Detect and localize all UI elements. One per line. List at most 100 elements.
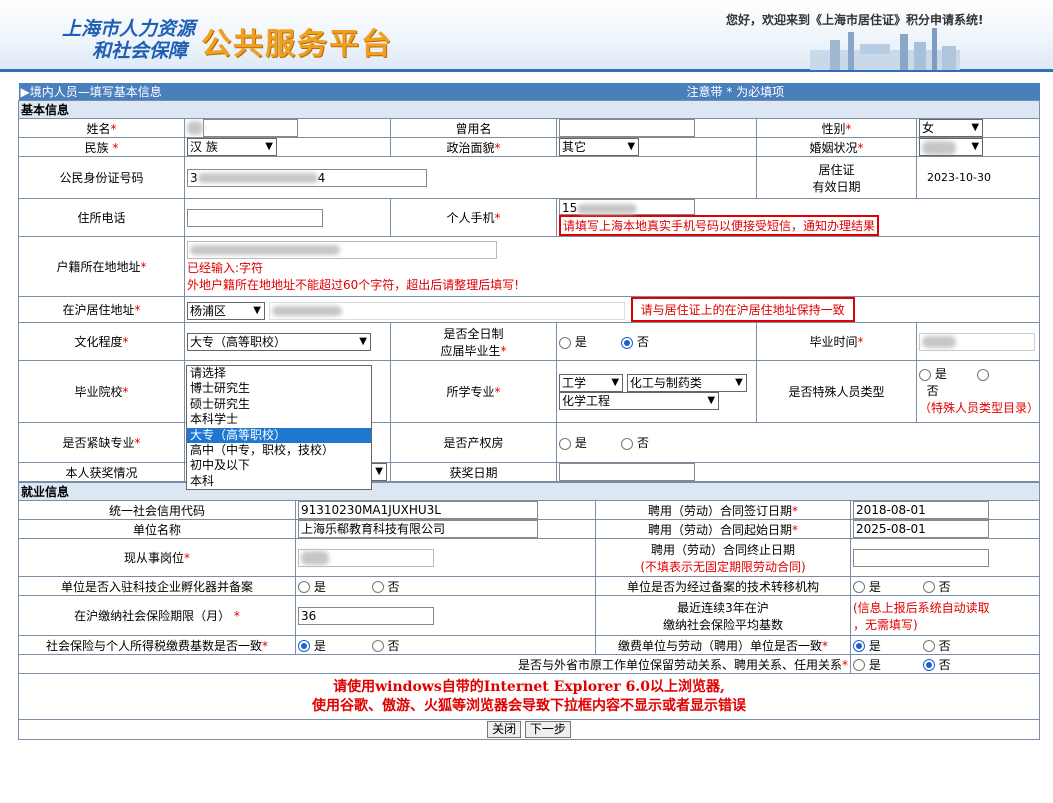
contract-sign-input[interactable]: 2018-08-01 xyxy=(853,501,989,519)
browser-notice: 请使用windows自带的Internet Explorer 6.0以上浏览器,… xyxy=(17,673,1041,720)
unit-match-no-radio[interactable] xyxy=(922,640,935,652)
household-address-label: 户籍所在地地址* xyxy=(18,236,185,297)
incubator-yes-radio[interactable] xyxy=(298,581,310,593)
id-label: 公民身份证号码 xyxy=(18,156,185,199)
id-input[interactable]: 34 xyxy=(187,168,427,187)
chevron-down-icon: ▼ xyxy=(359,335,367,347)
city-skyline-image xyxy=(810,28,960,70)
name-cell xyxy=(184,118,391,138)
special-yes-radio[interactable] xyxy=(919,368,932,381)
other-province-no-radio[interactable] xyxy=(922,659,935,671)
grad-time-cell xyxy=(916,322,1041,361)
major-label: 所学专业* xyxy=(389,360,558,423)
credit-code-cell: 91310230MA1JUXHU3L xyxy=(295,500,596,520)
id-cell: 34 xyxy=(183,156,758,199)
next-button[interactable]: 下一步 xyxy=(524,721,571,738)
other-province-yes-radio[interactable] xyxy=(853,659,865,671)
major-subcategory-select[interactable]: 化工与制药类 ▼ xyxy=(626,373,747,392)
ethnicity-select[interactable]: 汉 族 ▼ xyxy=(187,138,277,156)
redacted-position xyxy=(301,551,329,565)
position-label: 现从事岗位* xyxy=(18,538,296,577)
award-date-input[interactable] xyxy=(559,463,696,481)
tax-match-yes-radio[interactable] xyxy=(298,640,310,652)
redacted-mobile xyxy=(577,203,638,214)
chevron-down-icon: ▼ xyxy=(265,141,273,152)
major-select[interactable]: 化学工程 ▼ xyxy=(559,391,720,410)
unit-match-cell: 是 否 xyxy=(849,635,1041,655)
special-category-link[interactable]: （特殊人员类型目录） xyxy=(919,401,1039,415)
chevron-down-icon: ▼ xyxy=(707,394,716,406)
redacted-grad-time xyxy=(922,336,957,348)
contract-start-cell: 2025-08-01 xyxy=(849,519,1041,539)
mobile-input[interactable]: 15 xyxy=(559,199,696,215)
school-label: 毕业院校* xyxy=(18,360,185,423)
close-button[interactable]: 关闭 xyxy=(487,721,522,738)
contract-start-input[interactable]: 2025-08-01 xyxy=(853,520,989,538)
contract-end-cell xyxy=(849,538,1041,577)
browser-notice-line1: 请使用windows自带的Internet Explorer 6.0以上浏览器, xyxy=(333,678,725,695)
sh-address-label: 在沪居住地址* xyxy=(18,296,185,323)
social-months-cell: 36 xyxy=(295,595,596,636)
education-option[interactable]: 硕士研究生 xyxy=(187,397,371,412)
chevron-down-icon: ▼ xyxy=(971,141,980,152)
household-address-cell: 已经输入:字符 外地户籍所在地地址不能超过60个字符，超出后请整理后填写! xyxy=(183,236,1041,297)
credit-code-input[interactable]: 91310230MA1JUXHU3L xyxy=(298,501,538,519)
education-option[interactable]: 本科 xyxy=(187,474,371,489)
fulltime-yes-radio[interactable] xyxy=(559,336,572,349)
incubator-label: 单位是否入驻科技企业孵化器并备案 xyxy=(18,576,296,596)
name-input[interactable] xyxy=(203,119,298,137)
breadcrumb: ▶境内人员—填写基本信息 xyxy=(18,83,557,101)
property-yes-radio[interactable] xyxy=(559,437,572,450)
household-address-input[interactable] xyxy=(187,240,497,259)
grad-time-input[interactable] xyxy=(919,332,1036,351)
former-name-input[interactable] xyxy=(559,119,696,137)
special-no-radio[interactable] xyxy=(977,368,990,381)
home-phone-input[interactable] xyxy=(187,208,323,227)
education-option-selected[interactable]: 大专（高等职校） xyxy=(187,427,371,443)
former-name-label: 曾用名 xyxy=(389,118,558,138)
unit-match-yes-radio[interactable] xyxy=(853,640,865,652)
other-province-cell: 是 否 xyxy=(849,654,1041,674)
position-input[interactable] xyxy=(298,548,434,567)
education-option[interactable]: 本科学士 xyxy=(187,412,371,427)
unit-name-input[interactable]: 上海乐郗教育科技有限公司 xyxy=(298,520,538,538)
sh-address-input[interactable] xyxy=(268,301,625,320)
property-no-radio[interactable] xyxy=(621,437,634,450)
incubator-cell: 是 否 xyxy=(295,576,596,596)
gender-select[interactable]: 女 ▼ xyxy=(919,119,984,137)
fulltime-no-radio[interactable] xyxy=(621,336,634,349)
household-char-count: 已经输入:字符 xyxy=(187,260,264,275)
section-basic-info: 基本信息 xyxy=(17,100,1041,119)
home-phone-cell xyxy=(184,198,391,237)
incubator-no-radio[interactable] xyxy=(371,581,384,593)
mobile-label: 个人手机* xyxy=(389,198,558,237)
form-content: ▶境内人员—填写基本信息 注意带 * 为必填项 基本信息 姓名* 曾用名 性别*… xyxy=(17,83,1041,786)
redacted-name xyxy=(187,121,203,135)
education-option[interactable]: 高中（中专，职校，技校） xyxy=(187,443,371,458)
redacted-id xyxy=(197,173,318,183)
marital-select[interactable]: ▼ xyxy=(919,138,984,156)
sh-address-hint: 请与居住证上的在沪居住地址保持一致 xyxy=(630,297,855,322)
permit-label: 居住证 有效日期 xyxy=(756,156,918,199)
platform-title: 公共服务平台 xyxy=(201,27,393,62)
education-option[interactable]: 博士研究生 xyxy=(187,381,371,396)
name-label: 姓名* xyxy=(18,118,185,138)
redacted-marital xyxy=(922,140,957,155)
gender-cell: 女 ▼ xyxy=(916,118,1041,138)
property-cell: 是 否 xyxy=(556,422,1041,463)
education-cell: 大专（高等职校） ▼ xyxy=(184,322,391,361)
award-label: 本人获奖情况 xyxy=(18,462,185,482)
major-category-select[interactable]: 工学 ▼ xyxy=(559,373,624,392)
avg-base-label: 最近连续3年在沪 缴纳社会保险平均基数 xyxy=(595,595,851,636)
tax-match-no-radio[interactable] xyxy=(371,640,384,652)
education-option[interactable]: 初中及以下 xyxy=(187,458,371,473)
political-select[interactable]: 其它 ▼ xyxy=(559,138,640,156)
district-select[interactable]: 杨浦区 ▼ xyxy=(187,301,265,320)
contract-end-input[interactable] xyxy=(853,548,989,567)
tech-transfer-yes-radio[interactable] xyxy=(853,581,865,593)
education-option[interactable]: 请选择 xyxy=(187,366,371,381)
tech-transfer-no-radio[interactable] xyxy=(922,581,935,593)
political-label: 政治面貌* xyxy=(389,137,558,157)
education-select[interactable]: 大专（高等职校） ▼ xyxy=(187,332,371,351)
social-months-input[interactable]: 36 xyxy=(298,606,434,625)
